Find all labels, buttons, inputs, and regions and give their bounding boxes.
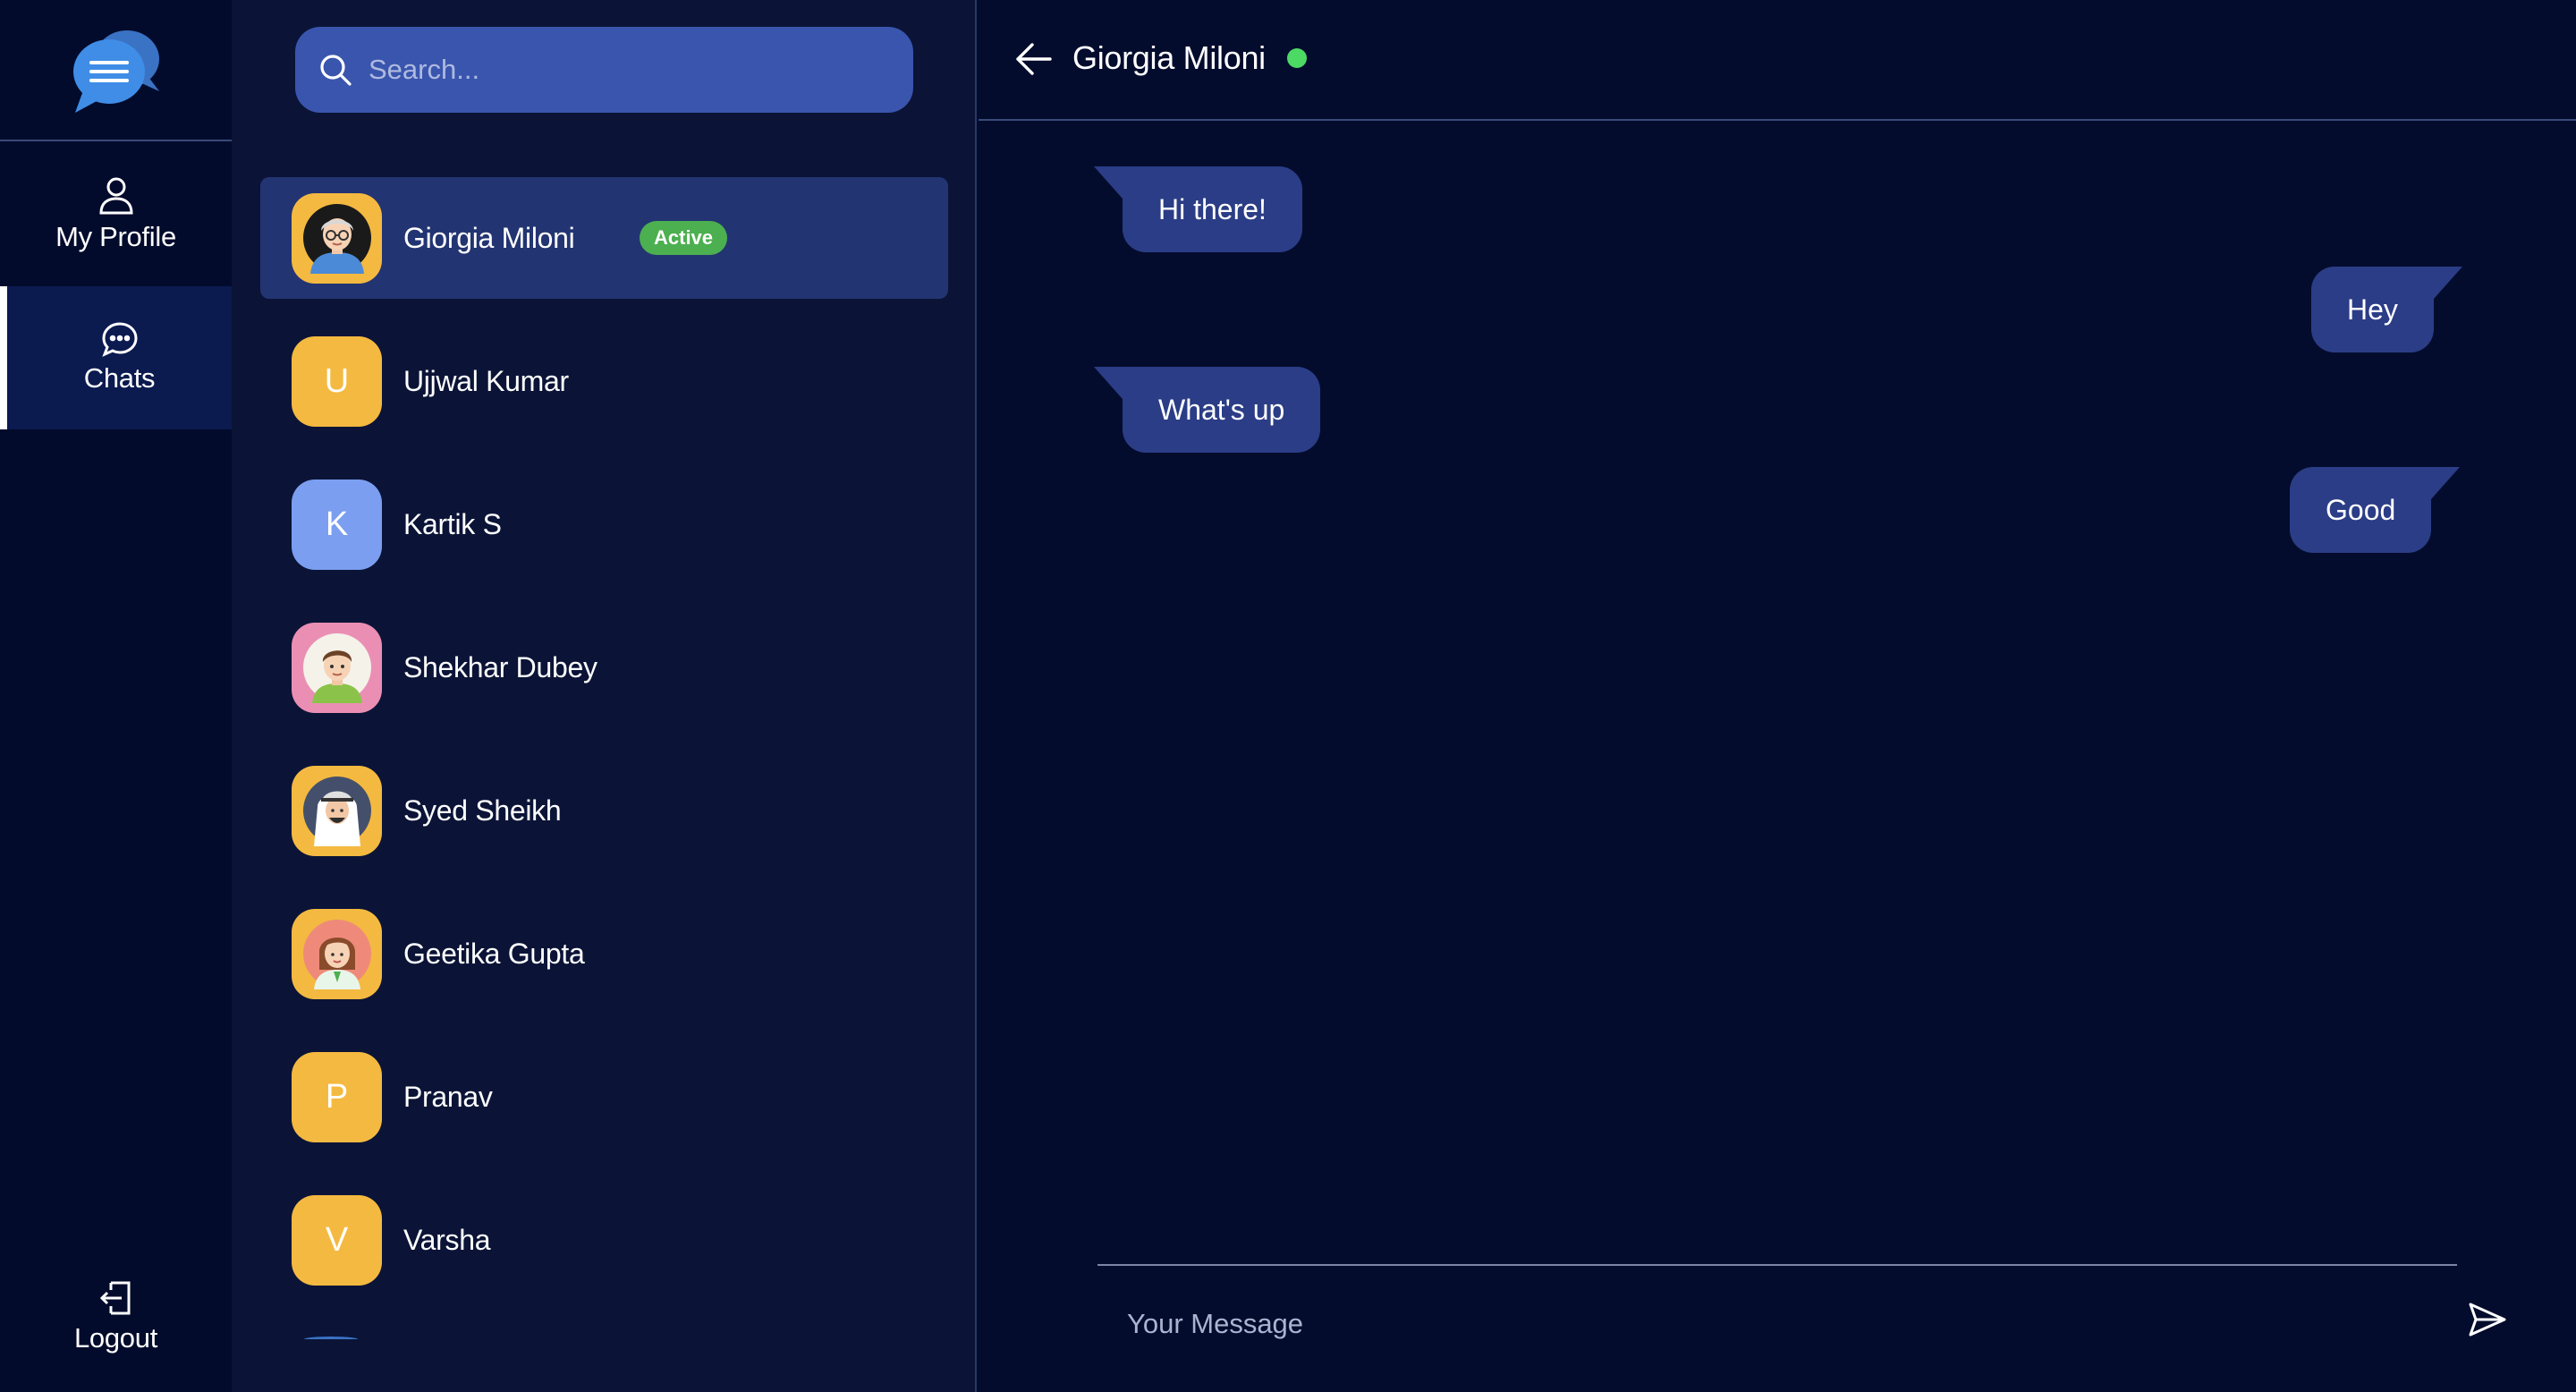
conversation-header: Giorgia Miloni xyxy=(979,0,2576,121)
message-bubble-incoming: Hi there! xyxy=(1094,166,1302,252)
avatar: K xyxy=(292,479,382,570)
message-composer xyxy=(1097,1264,2506,1389)
man-avatar-icon xyxy=(302,633,371,703)
avatar xyxy=(292,192,382,284)
contact-name: Varsha xyxy=(403,1223,491,1256)
arrow-left-icon xyxy=(1016,43,1052,75)
search-bar[interactable] xyxy=(295,27,913,113)
message-input[interactable] xyxy=(1127,1293,2361,1355)
avatar xyxy=(292,622,382,713)
contact-item-geetika-gupta[interactable]: Geetika Gupta xyxy=(260,893,948,1014)
online-status-dot xyxy=(1287,48,1307,68)
logo-area[interactable] xyxy=(0,0,232,141)
status-badge: Active xyxy=(640,221,728,255)
contact-name: Pranav xyxy=(403,1080,493,1113)
contact-item-pranav[interactable]: P Pranav xyxy=(260,1036,948,1158)
contact-name: Syed Sheikh xyxy=(403,794,562,827)
chat-app: My Profile Chats Logout Search... Giorgi… xyxy=(0,0,2576,1392)
conversation-title: Giorgia Miloni xyxy=(1072,39,1266,76)
nav-chats-label: Chats xyxy=(83,362,156,394)
contact-name: Kartik S xyxy=(403,507,502,540)
avatar: P xyxy=(292,1051,382,1142)
avatar: U xyxy=(292,335,382,427)
user-icon xyxy=(98,177,133,215)
conversation-panel: Giorgia Miloni Hi there! Hey What's up G… xyxy=(979,0,2576,1392)
send-button[interactable] xyxy=(2468,1302,2507,1342)
avatar xyxy=(292,765,382,856)
contact-name: Ujjwal Kumar xyxy=(403,364,569,397)
chat-bubble-icon xyxy=(101,322,138,357)
chat-list-panel: Giorgia Miloni Active U Ujjwal Kumar K K… xyxy=(232,0,977,1392)
nav-rail: My Profile Chats Logout xyxy=(0,0,232,1392)
nav-my-profile[interactable]: My Profile xyxy=(0,143,232,286)
avatar xyxy=(292,908,382,999)
woman-avatar-icon xyxy=(302,920,371,989)
message-bubble-incoming: What's up xyxy=(1093,367,1321,453)
logout-button[interactable]: Logout xyxy=(0,1245,232,1388)
message-bubble-outgoing: Hey xyxy=(2311,267,2462,352)
contact-item-syed-sheikh[interactable]: Syed Sheikh xyxy=(260,750,948,871)
contact-item-ujjwal-kumar[interactable]: U Ujjwal Kumar xyxy=(260,320,948,442)
contact-item-giorgia-miloni[interactable]: Giorgia Miloni Active xyxy=(260,177,948,299)
contact-item-kartik-s[interactable]: K Kartik S xyxy=(260,463,948,585)
logout-icon xyxy=(99,1281,130,1315)
send-icon xyxy=(2469,1303,2506,1337)
logout-label: Logout xyxy=(73,1322,158,1354)
avatar: V xyxy=(292,1194,382,1286)
woman-glasses-avatar-icon xyxy=(302,204,371,274)
message-bubble-outgoing: Good xyxy=(2290,467,2461,553)
nav-chats[interactable]: Chats xyxy=(0,286,232,429)
contact-name: Giorgia Miloni xyxy=(403,221,575,254)
search-input[interactable] xyxy=(369,54,887,86)
contact-item-shekhar-dubey[interactable]: Shekhar Dubey xyxy=(260,607,948,728)
search-icon xyxy=(320,55,352,86)
man-headscarf-avatar-icon xyxy=(302,777,371,846)
chat-bubbles-menu-icon[interactable] xyxy=(70,27,163,115)
back-button[interactable] xyxy=(1014,41,1054,81)
nav-my-profile-label: My Profile xyxy=(55,221,176,252)
next-contact-peek xyxy=(304,1337,358,1342)
contact-name: Shekhar Dubey xyxy=(403,650,597,683)
contact-name: Geetika Gupta xyxy=(403,937,585,970)
contact-item-varsha[interactable]: V Varsha xyxy=(260,1179,948,1301)
